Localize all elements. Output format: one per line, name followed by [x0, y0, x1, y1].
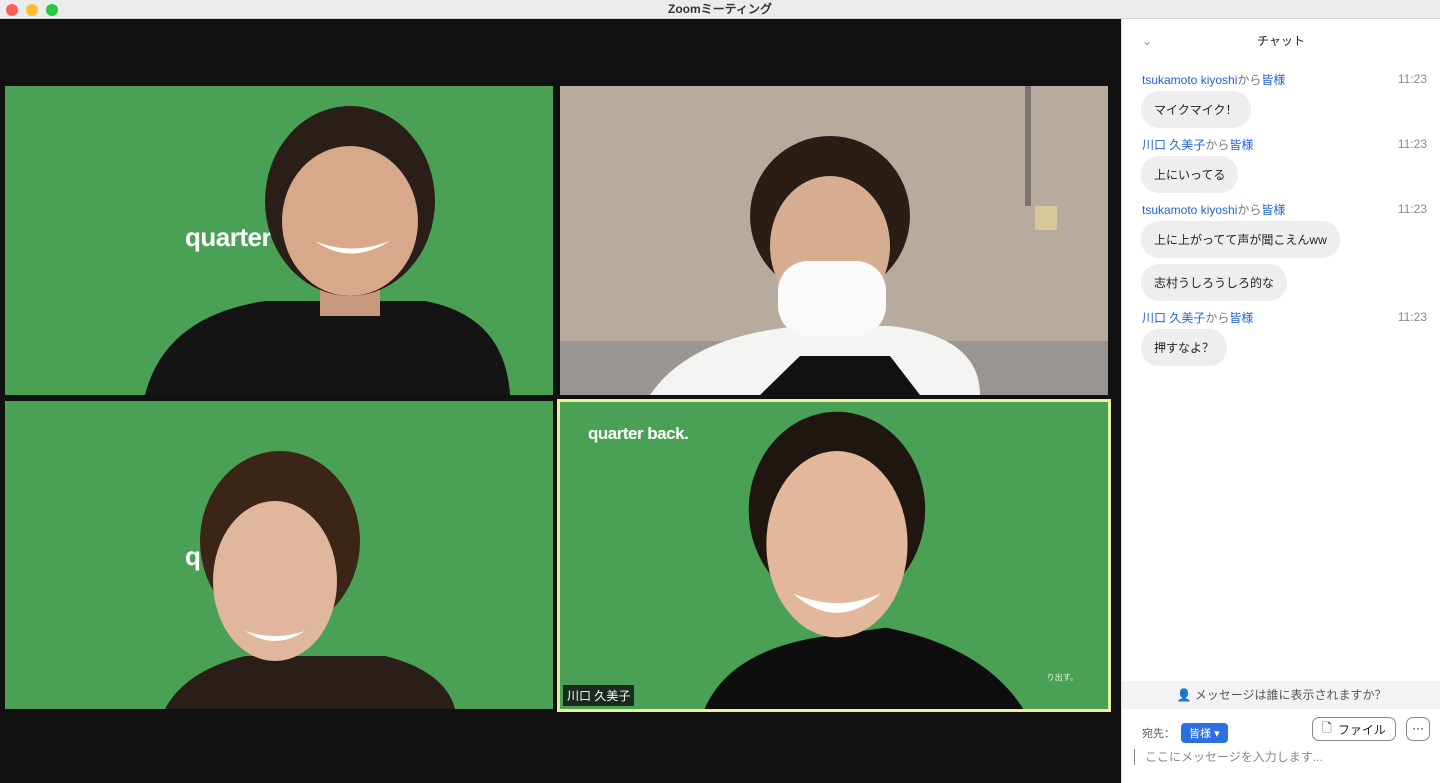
participant-video	[165, 451, 455, 709]
participant-video	[145, 106, 510, 395]
message-time: 11:23	[1397, 202, 1427, 216]
sender-name[interactable]: tsukamoto kiyoshi	[1142, 73, 1237, 87]
sender-name[interactable]: 川口 久美子	[1142, 311, 1205, 325]
chat-message: tsukamoto kiyoshiから皆様 11:23 マイクマイク！	[1122, 69, 1440, 128]
chat-header: ⌄ チャット	[1122, 19, 1440, 63]
video-tile-1[interactable]: quarter back.	[5, 86, 553, 395]
visibility-info[interactable]: 👤 メッセージは誰に表示されますか？	[1122, 681, 1440, 709]
recipient-label: 宛先：	[1142, 728, 1175, 740]
message-bubble[interactable]: 押すなよ？	[1141, 329, 1228, 366]
message-bubble[interactable]: 上にいってる	[1141, 156, 1239, 193]
chat-message: 川口 久美子から皆様 11:23 上にいってる	[1122, 134, 1440, 193]
recipient-name: 皆様	[1229, 310, 1254, 325]
window-controls	[6, 4, 58, 16]
recipient-value: 皆様	[1189, 728, 1211, 740]
message-bubble[interactable]: マイクマイク！	[1141, 91, 1251, 128]
compose-area: 宛先： 皆様 ▾ 🗋 ファイル ··· ここにメッセージを入力します...	[1122, 709, 1440, 783]
chat-message: tsukamoto kiyoshiから皆様 11:23 上に上がってて声が聞こえんw…	[1122, 199, 1440, 301]
more-options-button[interactable]: ···	[1406, 717, 1430, 741]
message-meta: 川口 久美子から皆様 11:23	[1142, 134, 1427, 154]
from-label: から	[1237, 72, 1262, 87]
chat-title: チャット	[1257, 34, 1305, 48]
chat-message: 川口 久美子から皆様 11:23 押すなよ？	[1122, 307, 1440, 366]
message-time: 11:23	[1397, 137, 1427, 151]
from-label: から	[1205, 137, 1230, 152]
minimize-window-button[interactable]	[26, 4, 38, 16]
message-meta: tsukamoto kiyoshiから皆様 11:23	[1142, 69, 1427, 89]
participant-video	[704, 411, 1024, 709]
recipient-name: 皆様	[1261, 202, 1286, 217]
participant-video	[560, 86, 1108, 395]
close-window-button[interactable]	[6, 4, 18, 16]
caret-down-icon: ▾	[1214, 728, 1220, 740]
message-input[interactable]: ここにメッセージを入力します...	[1134, 749, 1323, 765]
message-sender: tsukamoto kiyoshiから皆様	[1142, 71, 1285, 88]
message-bubble[interactable]: 上に上がってて声が聞こえんww	[1141, 221, 1340, 258]
video-gallery: quarter back. quarter back. quarter back…	[0, 19, 1120, 783]
recipient-name: 皆様	[1229, 137, 1254, 152]
person-icon: 👤	[1176, 688, 1192, 702]
participant-name-label: 川口 久美子	[563, 685, 635, 706]
sender-name[interactable]: tsukamoto kiyoshi	[1142, 203, 1237, 217]
recipient-name: 皆様	[1261, 72, 1286, 87]
visibility-prompt: メッセージは誰に表示されますか？	[1194, 688, 1387, 702]
message-sender: 川口 久美子から皆様	[1142, 136, 1253, 153]
sender-name[interactable]: 川口 久美子	[1142, 138, 1205, 152]
message-sender: 川口 久美子から皆様	[1142, 309, 1253, 326]
chevron-down-icon[interactable]: ⌄	[1142, 19, 1152, 63]
message-meta: tsukamoto kiyoshiから皆様 11:23	[1142, 199, 1427, 219]
document-icon: 🗋	[1322, 720, 1332, 735]
window-title: Zoomミーティング	[668, 2, 772, 16]
from-label: から	[1205, 310, 1230, 325]
message-meta: 川口 久美子から皆様 11:23	[1142, 307, 1427, 327]
from-label: から	[1237, 202, 1262, 217]
title-bar: Zoomミーティング	[0, 0, 1440, 19]
message-time: 11:23	[1397, 72, 1427, 86]
video-tile-3[interactable]: quarter back.	[5, 401, 553, 709]
message-time: 11:23	[1397, 310, 1427, 324]
chat-panel: ⌄ チャット tsukamoto kiyoshiから皆様 11:23 マイクマイク！…	[1121, 19, 1440, 783]
message-sender: tsukamoto kiyoshiから皆様	[1142, 201, 1285, 218]
message-bubble[interactable]: 志村うしろうしろ的な	[1141, 264, 1288, 301]
zoom-window-button[interactable]	[46, 4, 58, 16]
recipient-selector: 宛先： 皆様 ▾	[1142, 723, 1228, 743]
recipient-dropdown[interactable]: 皆様 ▾	[1181, 723, 1228, 743]
message-list: tsukamoto kiyoshiから皆様 11:23 マイクマイク！ 川口 久美子か…	[1122, 69, 1440, 366]
video-tile-2[interactable]	[560, 86, 1108, 395]
file-button[interactable]: 🗋 ファイル	[1312, 717, 1396, 741]
video-tile-active-speaker[interactable]: quarter back. り出す。 川口 久美子	[557, 399, 1111, 712]
file-label: ファイル	[1337, 722, 1386, 737]
